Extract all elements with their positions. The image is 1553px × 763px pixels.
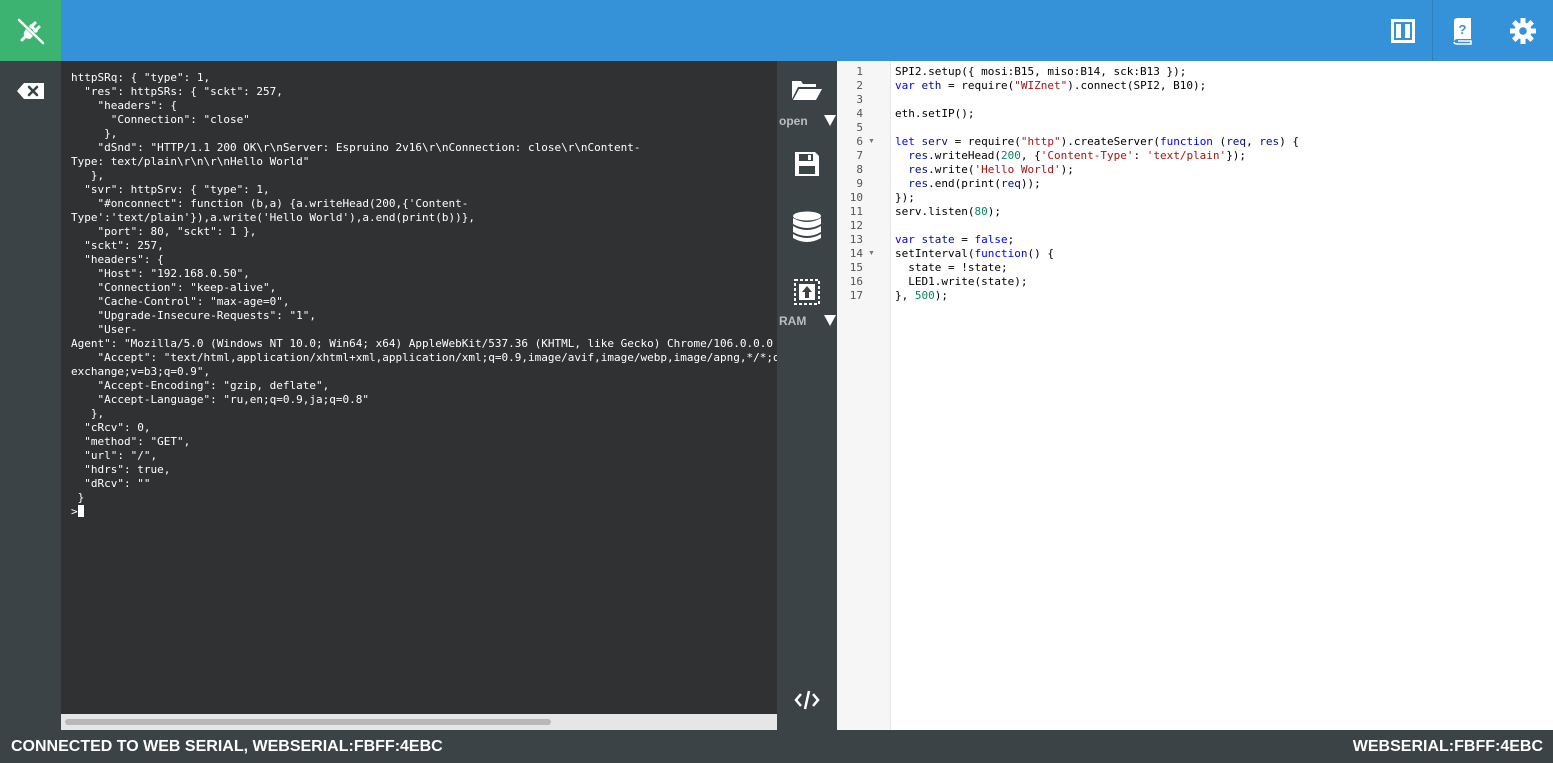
upload-target-dropdown-caret[interactable] (824, 315, 836, 326)
terminal-line: "Upgrade-Insecure-Requests": "1", (97, 309, 317, 322)
line-number: 10 (849, 191, 863, 204)
line-number: 13 (849, 233, 863, 246)
gear-icon (1510, 17, 1536, 44)
terminal-line: "#onconnect": function (b,a) {a.writeHea… (97, 197, 469, 210)
line-number: 15 (849, 261, 863, 274)
line-number: 7 (856, 149, 863, 162)
open-dropdown-caret[interactable] (824, 115, 836, 126)
code-icon (794, 690, 820, 710)
line-number: 11 (849, 205, 863, 218)
terminal-output: httpSRq: { "type": 1, "res": httpSRs: { … (71, 71, 777, 519)
save-button[interactable] (777, 151, 837, 177)
line-number: 9 (856, 177, 863, 190)
terminal-line: "dSnd": "HTTP/1.1 200 OK\r\nServer: Espr… (97, 141, 641, 154)
upload-target-label: RAM (779, 314, 807, 328)
terminal-line: }, (104, 127, 118, 140)
terminal-line: Type':'text/plain'}),a.write('Hello Worl… (71, 211, 475, 224)
terminal-line: "Accept-Encoding": "gzip, deflate", (97, 379, 330, 392)
terminal-line: "res": httpSRs: { "sckt": 257, (84, 85, 283, 98)
terminal-panel[interactable]: httpSRq: { "type": 1, "res": httpSRs: { … (61, 61, 777, 730)
line-number: 6 (856, 135, 863, 148)
fold-marker-icon[interactable]: ▼ (868, 138, 875, 145)
line-number: 12 (849, 219, 863, 232)
open-file-button[interactable] (777, 79, 837, 101)
split-view-button[interactable] (1374, 0, 1432, 61)
terminal-side-strip (0, 61, 61, 730)
line-number: 5 (856, 121, 863, 134)
terminal-line: "method": "GET", (84, 435, 191, 448)
terminal-line: "svr": httpSrv: { "type": 1, (84, 183, 270, 196)
terminal-line: "Connection": "keep-alive", (97, 281, 277, 294)
editor-toolbar: open RAM (777, 61, 837, 730)
line-numbers: 1 2 3 4 5 6 7 8 9 10 11 12 13 14 15 16 1… (837, 65, 863, 303)
terminal-line: "Accept-Language": "ru,en;q=0.9,ja;q=0.8… (97, 393, 370, 406)
connection-status: CONNECTED TO WEB SERIAL, WEBSERIAL:FBFF:… (11, 738, 443, 755)
device-id: WEBSERIAL:FBFF:4EBC (1352, 738, 1543, 755)
code-view-button[interactable] (777, 689, 837, 711)
storage-button[interactable] (777, 211, 837, 243)
line-number: 2 (856, 79, 863, 92)
upload-to-device-button[interactable] (777, 279, 837, 305)
terminal-line: "sckt": 257, (84, 239, 164, 252)
editor-code[interactable]: SPI2.setup({ mosi:B15, miso:B14, sck:B13… (895, 65, 1299, 303)
terminal-line: "hdrs": true, (84, 463, 171, 476)
database-icon (793, 211, 821, 242)
line-number-gutter: 1 2 3 4 5 6 7 8 9 10 11 12 13 14 15 16 1… (837, 61, 891, 730)
help-button[interactable]: ? (1433, 0, 1491, 61)
line-number: 3 (856, 93, 863, 106)
terminal-line: "cRcv": 0, (84, 421, 151, 434)
send-to-chip-icon (794, 279, 820, 305)
terminal-prompt: > (71, 505, 78, 518)
plug-disconnect-icon (17, 18, 44, 44)
save-icon (795, 152, 819, 176)
terminal-line: "Accept": "text/html,application/xhtml+x… (97, 351, 777, 364)
terminal-line: "url": "/", (84, 449, 158, 462)
svg-text:?: ? (1459, 22, 1467, 37)
connect-button[interactable] (0, 0, 61, 61)
code-editor[interactable]: 1 2 3 4 5 6 7 8 9 10 11 12 13 14 15 16 1… (837, 61, 1553, 730)
status-bar: CONNECTED TO WEB SERIAL, WEBSERIAL:FBFF:… (0, 730, 1553, 763)
terminal-line: httpSRq: { "type": 1, (71, 71, 211, 84)
terminal-line: }, (90, 407, 105, 420)
terminal-line: Type: text/plain\r\n\r\nHello World" (71, 155, 310, 168)
terminal-line: Agent": "Mozilla/5.0 (Windows NT 10.0; W… (71, 337, 773, 350)
line-number: 8 (856, 163, 863, 176)
line-number: 14 (849, 247, 863, 260)
line-number: 17 (849, 289, 863, 302)
folder-open-icon (792, 81, 822, 100)
terminal-cursor (77, 505, 84, 517)
terminal-line: "Cache-Control": "max-age=0", (97, 295, 290, 308)
terminal-line: "User- (97, 323, 138, 336)
help-book-icon: ? (1453, 17, 1472, 45)
terminal-line: "Connection": "close" (110, 113, 250, 126)
line-number: 1 (856, 65, 863, 78)
terminal-line: "port": 80, "sckt": 1 }, (97, 225, 257, 238)
terminal-line: "Host": "192.168.0.50", (97, 267, 250, 280)
terminal-line: "headers": { (97, 99, 177, 112)
terminal-line: } (77, 491, 85, 504)
line-number: 4 (856, 107, 863, 120)
terminal-line: exchange;v=b3;q=0.9", (71, 365, 211, 378)
top-toolbar: ? (0, 0, 1553, 61)
open-label: open (779, 114, 808, 128)
settings-button[interactable] (1494, 0, 1552, 61)
split-view-icon (1391, 18, 1415, 43)
terminal-horizontal-scrollbar[interactable] (61, 714, 777, 730)
terminal-line: }, (90, 169, 105, 182)
line-number: 16 (849, 275, 863, 288)
terminal-line: "headers": { (84, 253, 164, 266)
terminal-line: "dRcv": "" (84, 477, 151, 490)
backspace-icon (17, 83, 44, 99)
clear-terminal-button[interactable] (14, 79, 48, 103)
scrollbar-thumb[interactable] (65, 719, 551, 725)
fold-marker-icon[interactable]: ▼ (868, 250, 875, 257)
